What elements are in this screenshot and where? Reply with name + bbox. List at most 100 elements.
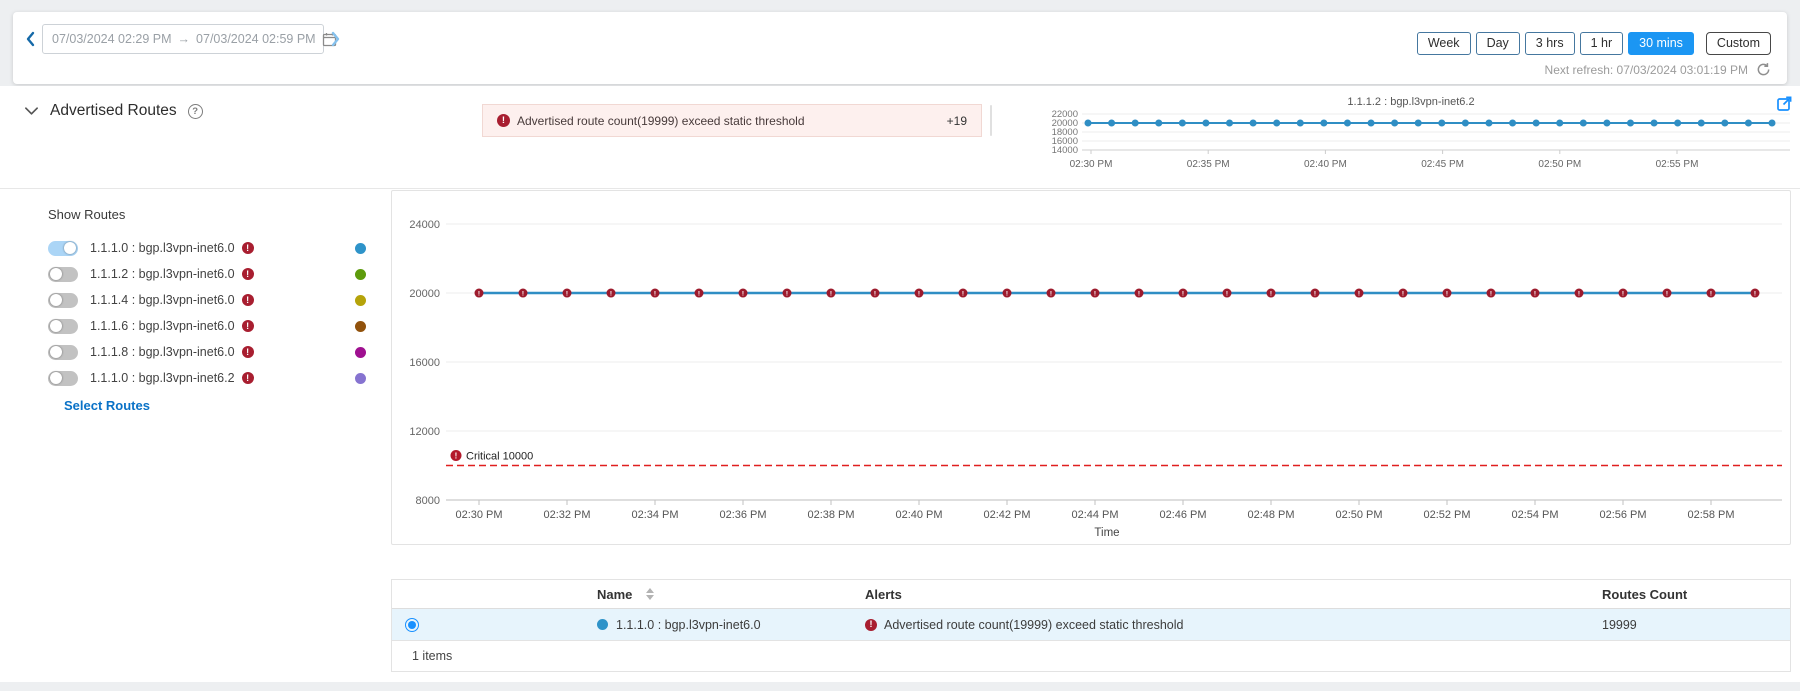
next-refresh-text: Next refresh: 07/03/2024 03:01:19 PM bbox=[1545, 63, 1748, 77]
routes-table: Name Alerts Routes Count 1.1.1.0 : bgp.l… bbox=[391, 579, 1791, 672]
svg-text:!: ! bbox=[786, 290, 788, 297]
open-external-icon[interactable] bbox=[1777, 96, 1792, 116]
svg-text:!: ! bbox=[1050, 290, 1052, 297]
alert-banner-count: +19 bbox=[947, 114, 967, 128]
refresh-icon[interactable] bbox=[1756, 62, 1771, 77]
svg-text:!: ! bbox=[455, 451, 458, 460]
route-row-5: 1.1.1.0 : bgp.l3vpn-inet6.2 bbox=[48, 365, 366, 391]
svg-text:!: ! bbox=[1358, 290, 1360, 297]
svg-text:02:34 PM: 02:34 PM bbox=[631, 509, 678, 521]
svg-text:02:52 PM: 02:52 PM bbox=[1423, 509, 1470, 521]
range-button-3-hrs[interactable]: 3 hrs bbox=[1525, 32, 1575, 55]
route-row-3: 1.1.1.6 : bgp.l3vpn-inet6.0 bbox=[48, 313, 366, 339]
route-color-dot bbox=[355, 347, 366, 358]
advertised-routes-screen: 07/03/2024 02:29 PM → 07/03/2024 02:59 P… bbox=[0, 0, 1800, 691]
route-alert-icon bbox=[242, 242, 254, 254]
date-range-input[interactable]: 07/03/2024 02:29 PM → 07/03/2024 02:59 P… bbox=[42, 24, 324, 54]
svg-text:!: ! bbox=[698, 290, 700, 297]
table-header-alerts: Alerts bbox=[852, 587, 1592, 602]
svg-text:02:54 PM: 02:54 PM bbox=[1511, 509, 1558, 521]
svg-text:02:55 PM: 02:55 PM bbox=[1656, 159, 1699, 170]
sort-icon[interactable] bbox=[646, 588, 654, 600]
routes-chart-canvas: 24000200001600012000800002:30 PM02:32 PM… bbox=[392, 191, 1788, 542]
svg-text:02:50 PM: 02:50 PM bbox=[1335, 509, 1382, 521]
svg-text:02:35 PM: 02:35 PM bbox=[1187, 159, 1230, 170]
table-header-name[interactable]: Name bbox=[432, 587, 852, 602]
svg-text:02:32 PM: 02:32 PM bbox=[543, 509, 590, 521]
svg-text:14000: 14000 bbox=[1052, 145, 1078, 156]
svg-text:!: ! bbox=[1666, 290, 1668, 297]
range-button-week[interactable]: Week bbox=[1417, 32, 1471, 55]
svg-text:!: ! bbox=[1710, 290, 1712, 297]
svg-text:!: ! bbox=[1578, 290, 1580, 297]
route-alert-icon bbox=[242, 372, 254, 384]
table-header-row: Name Alerts Routes Count bbox=[392, 580, 1790, 609]
table-body: 1.1.1.0 : bgp.l3vpn-inet6.0Advertised ro… bbox=[392, 609, 1790, 641]
mini-chart-canvas: 220002000018000160001400002:30 PM02:35 P… bbox=[1028, 110, 1794, 176]
items-count: 1 items bbox=[412, 649, 452, 663]
svg-text:!: ! bbox=[566, 290, 568, 297]
range-button-day[interactable]: Day bbox=[1476, 32, 1520, 55]
svg-text:!: ! bbox=[1402, 290, 1404, 297]
table-row-0[interactable]: 1.1.1.0 : bgp.l3vpn-inet6.0Advertised ro… bbox=[392, 609, 1790, 641]
route-label: 1.1.1.0 : bgp.l3vpn-inet6.0 bbox=[90, 241, 235, 255]
route-toggle[interactable] bbox=[48, 293, 78, 308]
chevron-left-icon[interactable] bbox=[25, 31, 35, 47]
route-label: 1.1.1.6 : bgp.l3vpn-inet6.0 bbox=[90, 319, 235, 333]
alerts-scrollbar[interactable] bbox=[990, 105, 992, 136]
range-button-custom[interactable]: Custom bbox=[1706, 32, 1771, 55]
svg-text:16000: 16000 bbox=[409, 357, 440, 369]
svg-text:24000: 24000 bbox=[409, 219, 440, 231]
row-alert-icon bbox=[865, 619, 877, 631]
route-row-0: 1.1.1.0 : bgp.l3vpn-inet6.0 bbox=[48, 235, 366, 261]
route-alert-icon bbox=[242, 268, 254, 280]
svg-text:02:30 PM: 02:30 PM bbox=[455, 509, 502, 521]
svg-text:!: ! bbox=[1622, 290, 1624, 297]
route-toggle[interactable] bbox=[48, 267, 78, 282]
route-toggle[interactable] bbox=[48, 371, 78, 386]
alert-icon bbox=[497, 114, 510, 127]
route-toggle[interactable] bbox=[48, 241, 78, 256]
help-icon[interactable] bbox=[188, 104, 203, 119]
select-routes-link[interactable]: Select Routes bbox=[64, 398, 150, 413]
date-end-value: 07/03/2024 02:59 PM bbox=[196, 32, 316, 46]
svg-text:!: ! bbox=[1226, 290, 1228, 297]
next-refresh: Next refresh: 07/03/2024 03:01:19 PM bbox=[1545, 62, 1771, 77]
route-alert-icon bbox=[242, 346, 254, 358]
chevron-right-icon[interactable] bbox=[331, 31, 341, 47]
svg-text:!: ! bbox=[654, 290, 656, 297]
row-radio[interactable] bbox=[405, 618, 419, 632]
svg-text:Time: Time bbox=[1094, 527, 1119, 539]
row-routes-count: 19999 bbox=[1592, 618, 1790, 632]
svg-text:8000: 8000 bbox=[416, 495, 440, 507]
range-button-1-hr[interactable]: 1 hr bbox=[1580, 32, 1624, 55]
route-row-1: 1.1.1.2 : bgp.l3vpn-inet6.0 bbox=[48, 261, 366, 287]
svg-text:!: ! bbox=[918, 290, 920, 297]
date-arrow: → bbox=[178, 32, 191, 46]
svg-text:02:30 PM: 02:30 PM bbox=[1070, 159, 1113, 170]
svg-text:02:46 PM: 02:46 PM bbox=[1159, 509, 1206, 521]
date-start-value: 07/03/2024 02:29 PM bbox=[52, 32, 172, 46]
svg-text:02:38 PM: 02:38 PM bbox=[807, 509, 854, 521]
range-button-30-mins[interactable]: 30 mins bbox=[1628, 32, 1694, 55]
svg-text:02:58 PM: 02:58 PM bbox=[1687, 509, 1734, 521]
svg-text:!: ! bbox=[1138, 290, 1140, 297]
toolbar: 07/03/2024 02:29 PM → 07/03/2024 02:59 P… bbox=[13, 12, 1787, 84]
alert-banner: Advertised route count(19999) exceed sta… bbox=[482, 104, 982, 137]
row-alert-text: Advertised route count(19999) exceed sta… bbox=[884, 618, 1183, 632]
route-label: 1.1.1.0 : bgp.l3vpn-inet6.2 bbox=[90, 371, 235, 385]
svg-text:!: ! bbox=[830, 290, 832, 297]
svg-text:!: ! bbox=[1006, 290, 1008, 297]
collapse-chevron-icon[interactable] bbox=[24, 106, 39, 116]
route-toggle[interactable] bbox=[48, 319, 78, 334]
section-header: Advertised Routes Advertised route count… bbox=[0, 86, 1800, 189]
svg-text:02:56 PM: 02:56 PM bbox=[1599, 509, 1646, 521]
svg-text:02:42 PM: 02:42 PM bbox=[983, 509, 1030, 521]
route-toggle[interactable] bbox=[48, 345, 78, 360]
svg-text:!: ! bbox=[1754, 290, 1756, 297]
svg-text:Critical 10000: Critical 10000 bbox=[466, 451, 533, 463]
main-panel: Advertised Routes Advertised route count… bbox=[0, 86, 1800, 682]
table-header-routes-count: Routes Count bbox=[1592, 587, 1790, 602]
svg-text:12000: 12000 bbox=[409, 426, 440, 438]
route-alert-icon bbox=[242, 294, 254, 306]
